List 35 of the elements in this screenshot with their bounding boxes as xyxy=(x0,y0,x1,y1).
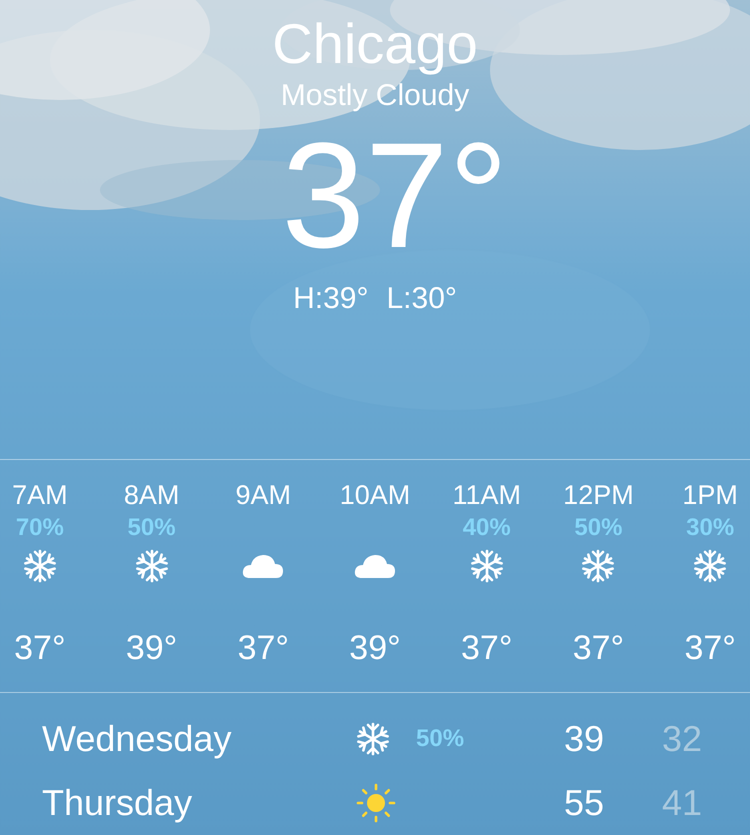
low-temperature: 32 xyxy=(662,718,702,760)
precipitation-chance: 50% xyxy=(416,725,464,752)
day-name: Thursday xyxy=(42,782,194,824)
snowflake-icon xyxy=(693,548,728,584)
hour-label: 1PM xyxy=(682,479,738,512)
high-temperature: 55 xyxy=(564,782,606,824)
cloud-icon xyxy=(242,553,284,579)
hour-temperature: 37° xyxy=(238,628,289,668)
hour-label: 8AM xyxy=(124,479,180,512)
hour-temperature: 39° xyxy=(126,628,178,668)
hour-temperature: 37° xyxy=(461,628,512,668)
high-temperature: H:39° xyxy=(293,282,368,316)
low-temperature: 41 xyxy=(662,782,702,824)
low-temperature: L:30° xyxy=(386,282,457,316)
hour-label: 11AM xyxy=(452,479,521,512)
hour-temperature: 37° xyxy=(572,628,624,668)
high-temperature: 39 xyxy=(564,718,606,760)
hour-label: 12PM xyxy=(563,479,634,512)
hour-temperature: 37° xyxy=(14,628,66,668)
snowflake-icon xyxy=(356,721,390,757)
snowflake-icon xyxy=(470,548,504,584)
weather-condition: Mostly Cloudy xyxy=(280,78,470,114)
cloud-icon xyxy=(354,553,396,579)
sun-icon xyxy=(356,783,396,823)
snowflake-icon xyxy=(22,548,57,584)
hour-label: 9AM xyxy=(236,479,292,512)
city-name: Chicago xyxy=(272,12,478,76)
day-name: Wednesday xyxy=(42,718,232,760)
hour-temperature: 39° xyxy=(349,628,401,668)
hour-label: 7AM xyxy=(12,479,68,512)
snowflake-icon xyxy=(134,548,169,584)
snowflake-icon xyxy=(581,548,616,584)
current-temperature: 37° xyxy=(282,120,508,270)
hour-temperature: 37° xyxy=(684,628,736,668)
hour-label: 10AM xyxy=(340,479,410,512)
